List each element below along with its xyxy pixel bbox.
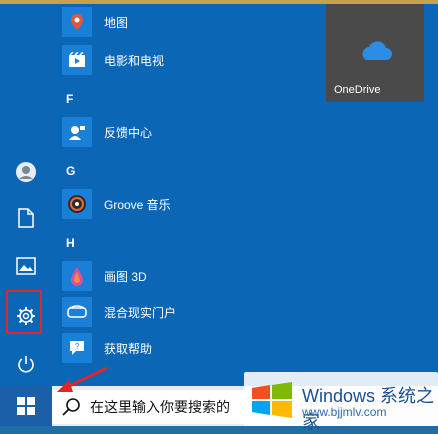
- app-label: Groove 音乐: [104, 197, 171, 212]
- app-label: 混合现实门户: [104, 305, 177, 320]
- annotation-arrow-icon: [57, 366, 108, 392]
- app-label: 地图: [104, 15, 129, 30]
- document-icon: [18, 208, 34, 228]
- groove-icon: [62, 189, 92, 219]
- app-label: 电影和电视: [104, 53, 165, 68]
- pictures-icon: [16, 257, 36, 275]
- map-pin-icon: [62, 7, 92, 37]
- cloud-icon: [362, 41, 392, 60]
- feedback-icon: [62, 117, 92, 147]
- watermark-url: www.bjjmlv.com: [302, 405, 387, 419]
- section-letter-h[interactable]: H: [66, 236, 75, 250]
- pictures-button[interactable]: [6, 246, 46, 286]
- section-letter-g[interactable]: G: [66, 164, 75, 178]
- help-icon: ?: [62, 333, 92, 363]
- app-feedback-hub[interactable]: 反馈中心: [62, 114, 302, 150]
- app-label: 画图 3D: [104, 269, 147, 284]
- watermark: Windows 系统之家 www.bjjmlv.com: [244, 372, 438, 432]
- app-movies-tv[interactable]: 电影和电视: [62, 42, 302, 78]
- app-label: 反馈中心: [104, 125, 153, 140]
- paint3d-icon: [62, 261, 92, 291]
- user-button[interactable]: [6, 152, 46, 192]
- start-button[interactable]: [0, 386, 52, 426]
- app-list: 地图 电影和电视 F 反馈中心 G Groove 音乐 H 画图 3D 混合现实…: [52, 4, 302, 386]
- watermark-logo-icon: [252, 382, 292, 418]
- search-icon: [62, 398, 80, 416]
- svg-text:?: ?: [75, 342, 80, 351]
- power-button[interactable]: [6, 344, 46, 384]
- app-mixed-reality-portal[interactable]: 混合现实门户: [62, 294, 302, 330]
- documents-button[interactable]: [6, 198, 46, 238]
- app-label: 获取帮助: [104, 341, 153, 356]
- app-paint-3d[interactable]: 画图 3D: [62, 258, 302, 294]
- settings-highlight-box: [6, 290, 42, 334]
- power-icon: [18, 356, 34, 373]
- film-icon: [62, 45, 92, 75]
- windows-logo-icon: [17, 397, 35, 415]
- search-input[interactable]: 在这里输入你要搜索的: [90, 397, 230, 417]
- user-icon: [16, 162, 36, 182]
- app-maps[interactable]: 地图: [62, 4, 302, 40]
- tile-label: OneDrive: [334, 84, 381, 96]
- app-get-help[interactable]: ? 获取帮助: [62, 330, 302, 366]
- tile-onedrive[interactable]: OneDrive: [326, 4, 424, 102]
- app-groove-music[interactable]: Groove 音乐: [62, 186, 302, 222]
- vr-headset-icon: [62, 297, 92, 327]
- section-letter-f[interactable]: F: [66, 92, 73, 106]
- tile-area: OneDrive: [302, 4, 438, 386]
